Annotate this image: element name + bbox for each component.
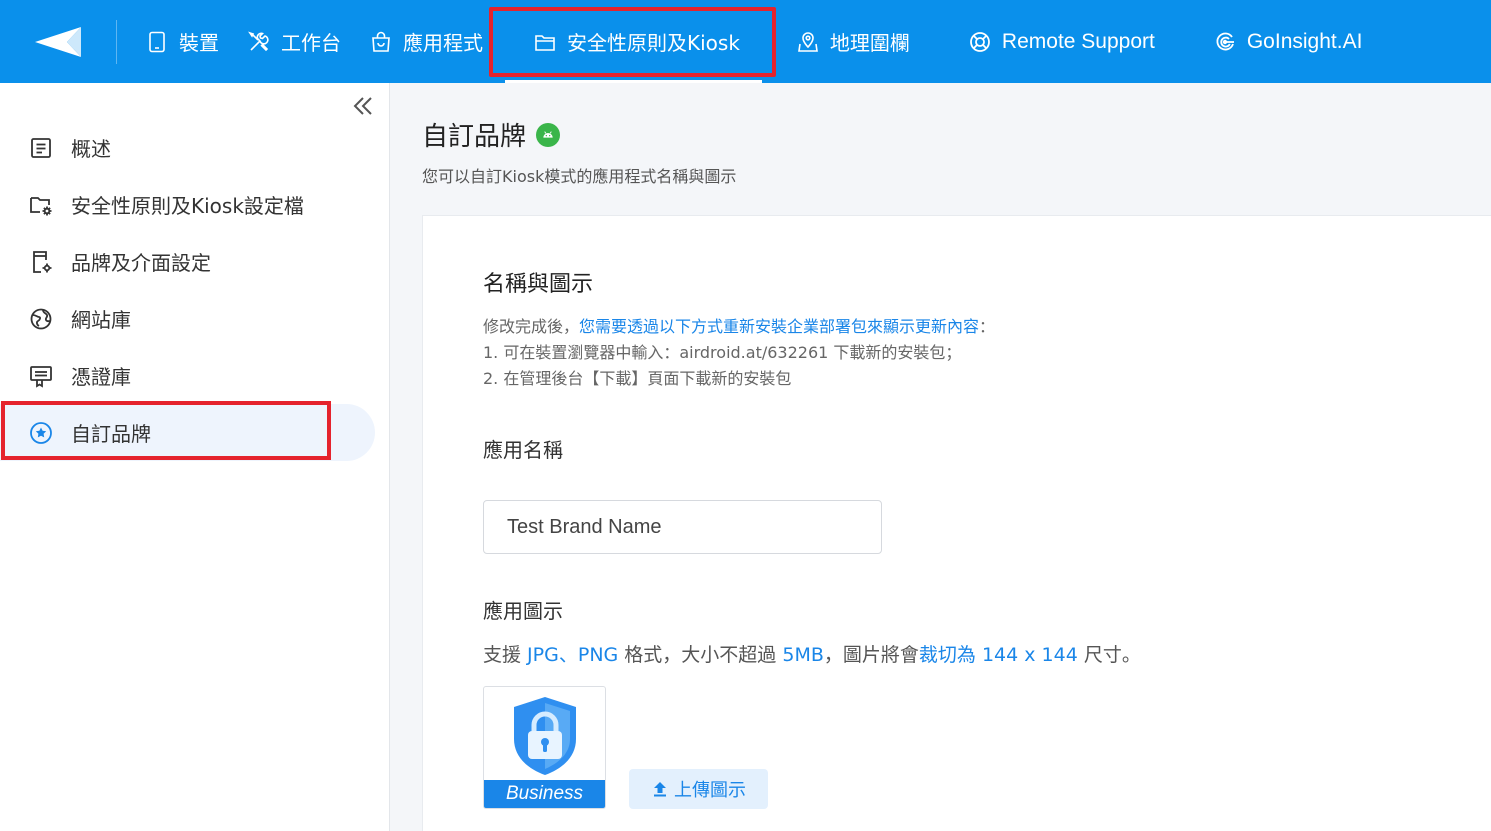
app-icon-label: 應用圖示 (483, 599, 563, 623)
certificate-icon (28, 363, 54, 389)
nav-item-workbench[interactable]: 工作台 (233, 0, 355, 83)
app-icon-preview: Business (483, 686, 606, 809)
nav-item-label: 裝置 (179, 31, 219, 55)
nav-item-apps[interactable]: 應用程式 (355, 0, 497, 83)
nav-item-label: 工作台 (281, 31, 341, 55)
sidebar: 概述 安全性原則及Kiosk設定檔 品牌及介面設定 網站庫 憑證庫 自訂品牌 (0, 83, 390, 831)
globe-icon (28, 306, 54, 332)
hint-text: ，圖片將會 (823, 644, 919, 666)
upload-arrow-icon (654, 782, 666, 797)
star-circle-icon (28, 420, 54, 446)
sidebar-item-label: 安全性原則及Kiosk設定檔 (71, 194, 304, 218)
shopping-bag-icon (369, 30, 393, 54)
airdroid-logo-icon[interactable] (0, 0, 116, 83)
hint-text: 格式，大小不超過 (618, 644, 783, 666)
hint-text: 尺寸。 (1077, 644, 1141, 666)
upload-button-label: 上傳圖示 (674, 780, 746, 801)
sidebar-item-label: 概述 (71, 137, 111, 161)
format-jpg: JPG (527, 644, 559, 666)
max-size: 5MB (782, 644, 824, 666)
nav-item-devices[interactable]: 裝置 (131, 0, 233, 83)
logo-divider (116, 19, 117, 64)
tools-icon (247, 30, 271, 54)
phone-gear-icon (28, 249, 54, 275)
sidebar-item-website-library[interactable]: 網站庫 (0, 290, 390, 347)
lifebuoy-icon (968, 30, 992, 54)
tablet-icon (145, 30, 169, 54)
sidebar-item-label: 網站庫 (71, 308, 131, 332)
crop-size: 裁切為 144 x 144 (918, 644, 1078, 666)
top-navigation-bar: 裝置 工作台 應用程式 安全性原則及Kiosk 地理圍欄 Remote Supp… (0, 0, 1491, 83)
nav-item-remote-support[interactable]: Remote Support (924, 0, 1169, 83)
sidebar-item-policy-profiles[interactable]: 安全性原則及Kiosk設定檔 (0, 176, 390, 233)
sidebar-item-certificate-library[interactable]: 憑證庫 (0, 347, 390, 404)
notice-link: 您需要透過以下方式重新安裝企業部署包來顯示更新內容 (579, 317, 980, 336)
folder-gear-icon (28, 192, 54, 218)
notice-step-1: 1. 可在裝置瀏覽器中輸入：airdroid.at/632261 下載新的安裝包… (483, 343, 962, 362)
sidebar-item-branding-ui[interactable]: 品牌及介面設定 (0, 233, 390, 290)
list-doc-icon (28, 135, 54, 161)
branding-card: 名稱與圖示 修改完成後，您需要透過以下方式重新安裝企業部署包來顯示更新內容： 1… (422, 215, 1491, 831)
notice-suffix: ： (979, 317, 996, 336)
icon-format-hint: 支援 JPG、PNG 格式，大小不超過 5MB，圖片將會裁切為 144 x 14… (483, 640, 1141, 667)
section-title: 名稱與圖示 (483, 272, 594, 297)
nav-item-geofence[interactable]: 地理圍欄 (770, 0, 924, 83)
sidebar-item-label: 憑證庫 (71, 365, 131, 389)
highlight-box (489, 7, 776, 77)
nav-item-label: GoInsight.AI (1246, 29, 1363, 53)
goinsight-icon (1213, 30, 1237, 54)
hint-text: 支援 (483, 644, 528, 666)
notice-step-2: 2. 在管理後台【下載】頁面下載新的安裝包 (483, 369, 792, 388)
sidebar-item-overview[interactable]: 概述 (0, 119, 390, 176)
preview-caption: Business (484, 780, 605, 808)
main-nav: 裝置 工作台 應用程式 安全性原則及Kiosk 地理圍欄 Remote Supp… (131, 0, 1376, 83)
lock-shield-icon (514, 697, 576, 775)
nav-item-label: 應用程式 (403, 31, 483, 55)
nav-item-goinsight[interactable]: GoInsight.AI (1169, 0, 1377, 83)
format-png: PNG (577, 644, 619, 666)
nav-item-policy-kiosk[interactable]: 安全性原則及Kiosk (489, 0, 776, 83)
page-title-text: 自訂品牌 (422, 122, 527, 152)
collapse-sidebar-icon[interactable] (350, 93, 376, 119)
sidebar-menu: 概述 安全性原則及Kiosk設定檔 品牌及介面設定 網站庫 憑證庫 自訂品牌 (0, 119, 390, 461)
app-name-label: 應用名稱 (483, 438, 563, 462)
nav-item-label: Remote Support (1001, 29, 1155, 53)
sidebar-item-label: 自訂品牌 (71, 422, 151, 446)
upload-icon-button[interactable]: 上傳圖示 (629, 769, 768, 809)
reinstall-notice: 修改完成後，您需要透過以下方式重新安裝企業部署包來顯示更新內容： 1. 可在裝置… (483, 314, 995, 392)
nav-item-label: 地理圍欄 (829, 31, 910, 55)
page-title: 自訂品牌 (422, 116, 561, 153)
notice-prefix: 修改完成後， (483, 317, 580, 336)
sidebar-item-custom-branding[interactable]: 自訂品牌 (0, 401, 390, 461)
android-icon (536, 122, 561, 147)
app-name-input[interactable] (483, 500, 882, 554)
page-description: 您可以自訂Kiosk模式的應用程式名稱與圖示 (422, 167, 737, 186)
sidebar-item-label: 品牌及介面設定 (71, 251, 211, 275)
format-separator: 、 (558, 644, 578, 666)
map-pin-icon (796, 30, 820, 54)
